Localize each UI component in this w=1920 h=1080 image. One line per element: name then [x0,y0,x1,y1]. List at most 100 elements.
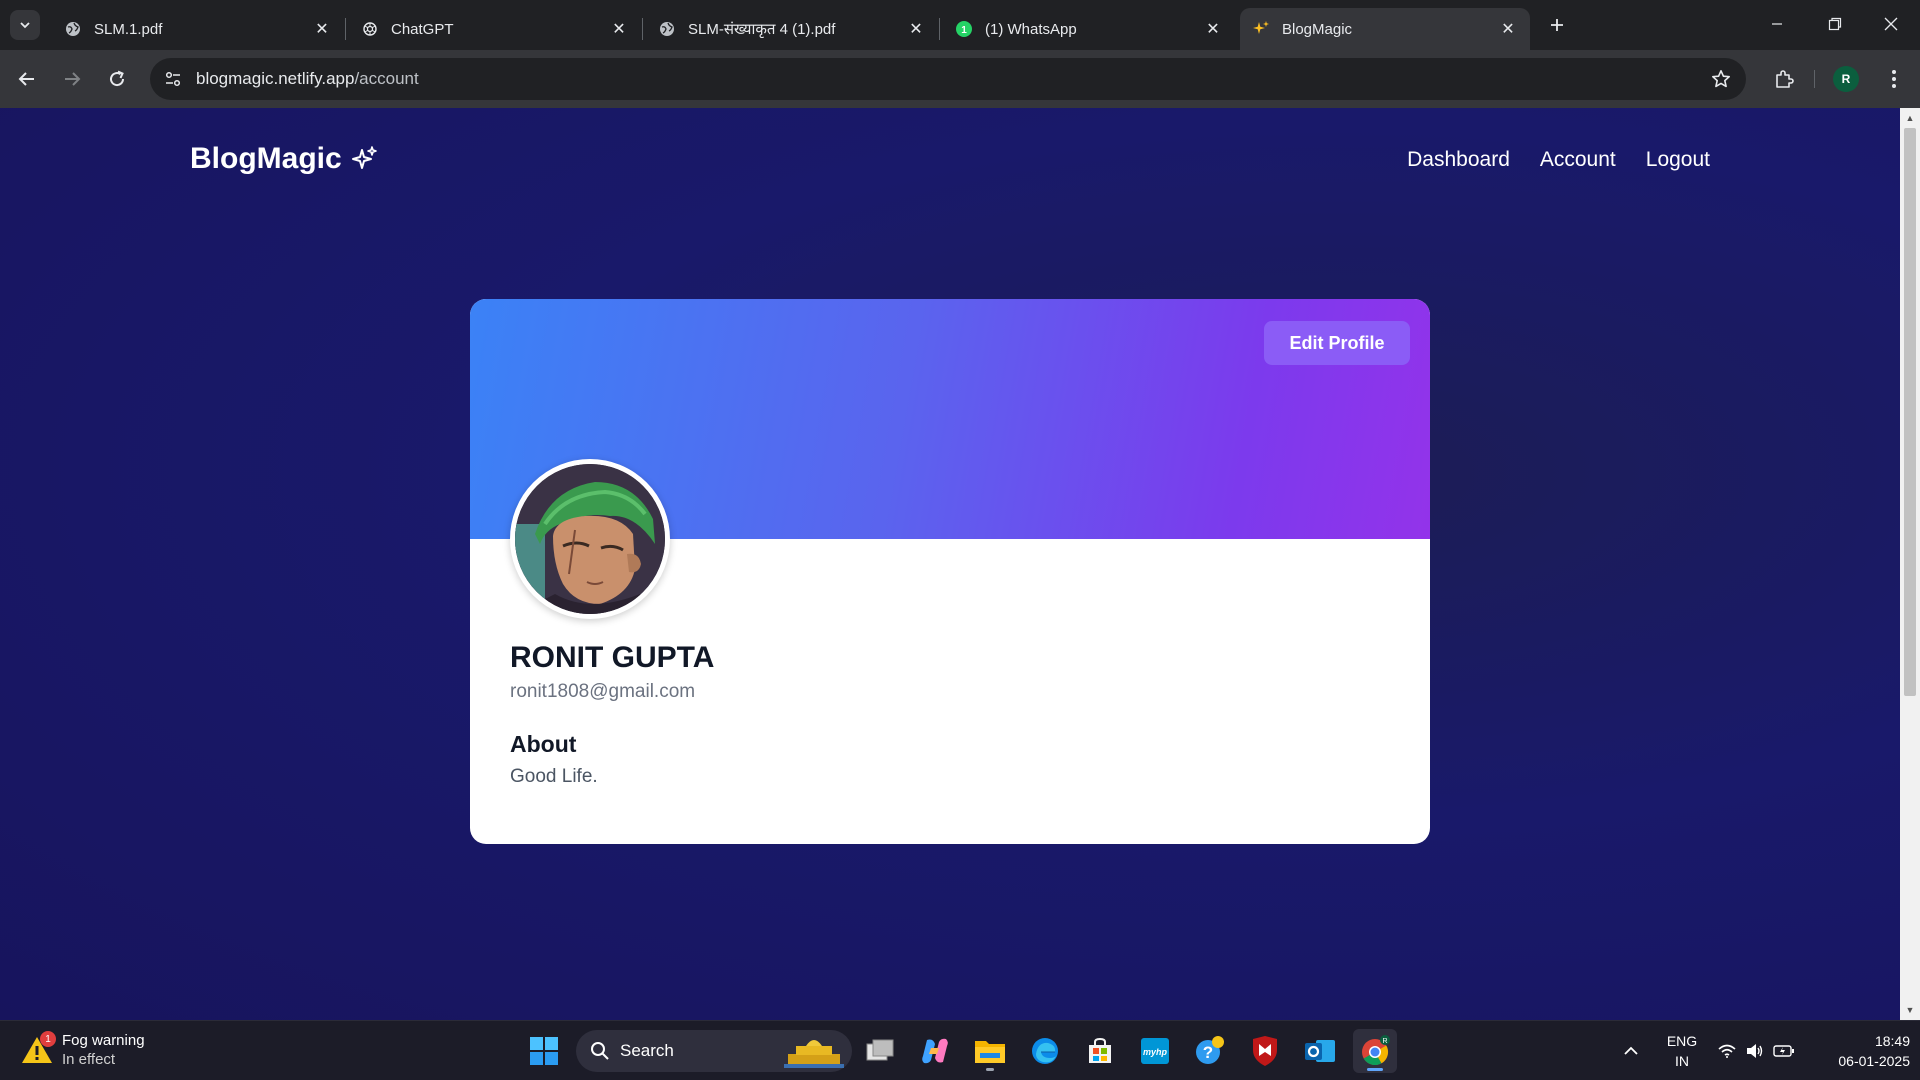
address-bar[interactable]: blogmagic.netlify.app/account [150,58,1746,100]
edge-icon [1032,1038,1058,1064]
restore-button[interactable] [1806,0,1864,48]
store-icon [1089,1037,1111,1063]
about-text: Good Life. [510,766,598,787]
volume-status[interactable] [1742,1021,1768,1080]
new-tab-button[interactable] [1542,10,1572,40]
close-icon[interactable]: ✕ [609,19,629,39]
back-button[interactable] [11,63,43,95]
wifi-status[interactable] [1714,1021,1740,1080]
browser-tab-strip: SLM.1.pdf ✕ ChatGPT ✕ SLM-संख्याकृत 4 (1… [0,0,1920,50]
folder-icon [975,1041,1005,1063]
svg-text:?: ? [1203,1043,1213,1062]
close-icon[interactable]: ✕ [1203,19,1223,39]
about-heading: About [510,731,577,757]
tab-title: SLM.1.pdf [94,20,163,38]
system-clock[interactable]: 18:49 06-01-2025 [1810,1031,1910,1071]
mcafee-button[interactable] [1243,1029,1287,1073]
tab-slm1[interactable]: SLM.1.pdf ✕ [52,8,344,50]
puzzle-icon [1776,70,1794,88]
start-button[interactable] [522,1029,566,1073]
chatgpt-icon [361,20,379,38]
weather-title: Fog warning [62,1032,145,1049]
tab-search-button[interactable] [10,10,40,40]
nav-account-link[interactable]: Account [1540,148,1616,172]
close-icon[interactable]: ✕ [906,19,926,39]
plus-icon [1551,19,1563,31]
help-button[interactable]: ? [1188,1029,1232,1073]
tab-title: (1) WhatsApp [985,20,1077,38]
battery-status[interactable] [1770,1021,1798,1080]
edit-profile-button[interactable]: Edit Profile [1264,321,1410,365]
myhp-button[interactable]: myhp [1133,1029,1177,1073]
restore-icon [1828,17,1842,31]
brand-name: BlogMagic [190,142,342,175]
svg-text:1: 1 [961,25,967,36]
region-code: IN [1675,1053,1689,1069]
scroll-up-arrow[interactable]: ▲ [1904,112,1916,124]
copilot-button[interactable] [913,1029,957,1073]
scroll-down-arrow[interactable]: ▼ [1904,1004,1916,1016]
speaker-icon [1747,1044,1763,1058]
minimize-icon [1772,23,1782,25]
url-text[interactable]: blogmagic.netlify.app/account [196,69,419,89]
profile-avatar-button[interactable]: R [1833,66,1859,92]
tab-blogmagic[interactable]: BlogMagic ✕ [1240,8,1530,50]
brand-logo[interactable]: BlogMagic [190,142,380,176]
browser-menu-button[interactable] [1880,63,1908,95]
battery-icon [1773,1045,1794,1057]
weather-subtitle: In effect [62,1051,116,1068]
tab-separator [642,18,643,40]
close-icon [1884,17,1898,31]
reload-icon [110,70,125,87]
active-app-indicator [1367,1068,1383,1071]
file-explorer-button[interactable] [968,1029,1012,1073]
reload-button[interactable] [101,63,133,95]
star-icon [1712,70,1730,88]
task-view-button[interactable] [858,1029,902,1073]
language-indicator[interactable]: ENG IN [1662,1031,1702,1071]
forward-button[interactable] [56,63,88,95]
site-info-button[interactable] [158,64,188,94]
myhp-icon: myhp [1141,1038,1169,1064]
tab-chatgpt[interactable]: ChatGPT ✕ [349,8,641,50]
page-scrollbar[interactable]: ▲ ▼ [1900,108,1920,1020]
close-window-button[interactable] [1862,0,1920,48]
show-hidden-icons-button[interactable] [1616,1021,1646,1080]
tab-separator [345,18,346,40]
tab-whatsapp[interactable]: 1 (1) WhatsApp ✕ [943,8,1235,50]
weather-widget[interactable]: 1 Fog warning In effect [20,1031,145,1069]
mcafee-shield-icon [1253,1036,1277,1066]
extensions-button[interactable] [1768,63,1800,95]
globe-icon [658,20,676,38]
toolbar-divider [1814,70,1815,88]
more-vertical-icon [1892,70,1896,88]
windows-logo-icon [530,1037,558,1065]
arrow-right-icon [65,72,81,86]
close-icon[interactable]: ✕ [312,19,332,39]
chrome-button[interactable]: R [1353,1029,1397,1073]
whatsapp-icon: 1 [955,20,973,38]
arrow-left-icon [18,72,34,86]
browser-toolbar: blogmagic.netlify.app/account R [0,50,1920,108]
tab-slm-pdf[interactable]: SLM-संख्याकृत 4 (1).pdf ✕ [646,8,938,50]
nav-dashboard-link[interactable]: Dashboard [1407,148,1510,172]
help-icon: ? [1196,1036,1224,1064]
chevron-down-icon [20,22,30,29]
taskbar-search[interactable]: Search [576,1030,852,1072]
minimize-button[interactable] [1748,0,1806,48]
microsoft-store-button[interactable] [1078,1029,1122,1073]
svg-text:myhp: myhp [1143,1047,1168,1057]
page-viewport: BlogMagic Dashboard Account Logout Edit … [0,108,1900,1020]
nav-logout-link[interactable]: Logout [1646,148,1710,172]
tab-title: ChatGPT [391,20,454,38]
bookmark-star-button[interactable] [1710,68,1732,90]
edge-button[interactable] [1023,1029,1067,1073]
notification-badge: 1 [40,1031,56,1047]
url-host: blogmagic.netlify.app [196,69,355,88]
top-nav: Dashboard Account Logout [1407,148,1710,172]
scrollbar-thumb[interactable] [1904,128,1916,696]
search-label: Search [620,1041,674,1060]
avatar [510,459,670,619]
close-icon[interactable]: ✕ [1498,19,1518,39]
outlook-button[interactable] [1298,1029,1342,1073]
